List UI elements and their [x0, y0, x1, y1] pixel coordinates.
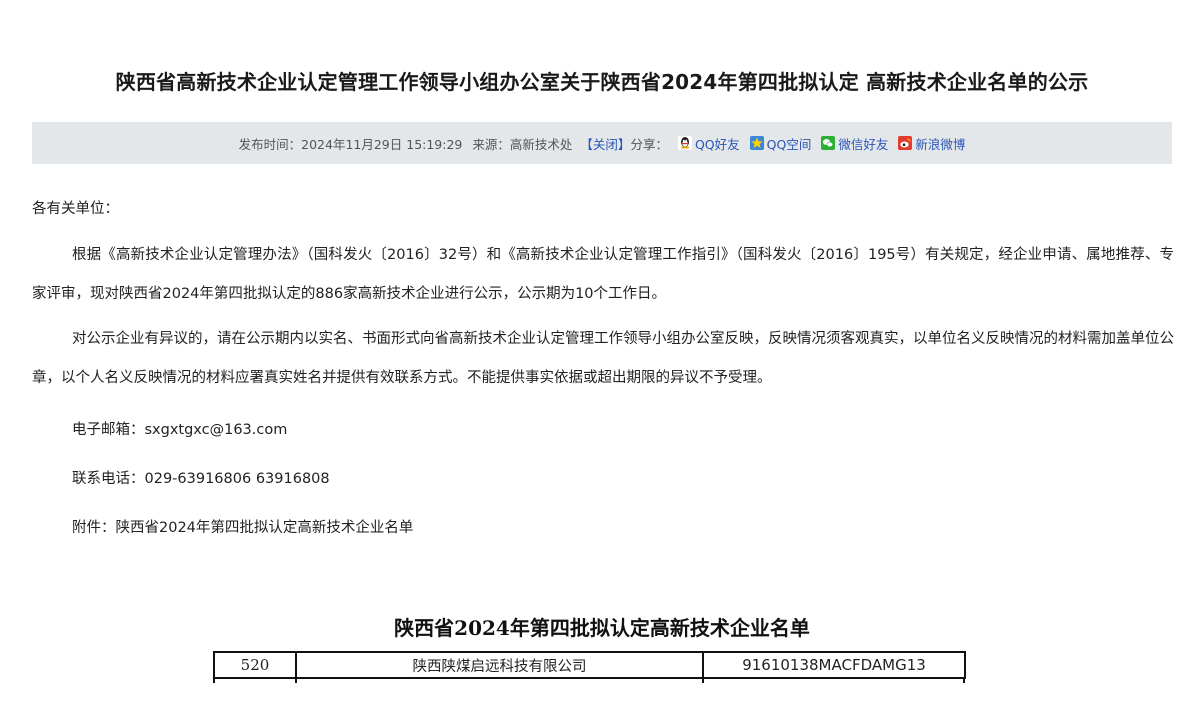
- share-weibo-button[interactable]: 新浪微博: [898, 134, 965, 153]
- qzone-icon: [749, 136, 764, 150]
- publish-label: 发布时间：: [238, 136, 302, 152]
- row-number: 520: [213, 651, 297, 679]
- document-title: 陕西省2024年第四批拟认定高新技术企业名单: [394, 616, 810, 640]
- share-qzone-label: QQ空间: [766, 136, 812, 152]
- source-label: 来源：: [472, 136, 510, 152]
- share-qzone-button[interactable]: QQ空间: [749, 134, 812, 153]
- company-table: 520 陕西陕煤启远科技有限公司 91610138MACFDAMG13: [213, 651, 966, 679]
- table-border-stub: [295, 677, 297, 683]
- table-border-stub: [702, 677, 704, 683]
- credit-code: 91610138MACFDAMG13: [702, 651, 966, 679]
- paragraph-basis: 根据《高新技术企业认定管理办法》（国科发火〔2016〕32号）和《高新技术企业认…: [32, 247, 1174, 302]
- page-title: 陕西省高新技术企业认定管理工作领导小组办公室关于陕西省2024年第四批拟认定 高…: [115, 70, 1089, 94]
- attachment-link[interactable]: 陕西省2024年第四批拟认定高新技术企业名单: [116, 520, 414, 536]
- article-meta-bar: 发布时间： 2024年11月29日 15:19:29 来源： 高新技术处 【关闭…: [32, 122, 1172, 164]
- table-border-stub: [213, 677, 215, 683]
- source-value: 高新技术处: [509, 136, 573, 152]
- share-weibo-label: 新浪微博: [915, 136, 966, 152]
- contact-email: 电子邮箱：sxgxtgxc@163.com: [72, 422, 288, 438]
- share-qq-label: QQ好友: [694, 136, 740, 152]
- wechat-icon: [821, 136, 836, 150]
- qq-icon: [677, 136, 692, 150]
- table-border-stub: [963, 677, 965, 683]
- table-row: 520 陕西陕煤启远科技有限公司 91610138MACFDAMG13: [213, 651, 966, 679]
- share-label: 分享：: [630, 136, 668, 152]
- greeting: 各有关单位：: [32, 201, 119, 217]
- publish-time: 2024年11月29日 15:19:29: [301, 136, 463, 152]
- close-link[interactable]: 【关闭】: [580, 134, 630, 153]
- attachment-label: 附件：: [72, 520, 116, 536]
- weibo-icon: [898, 136, 913, 150]
- share-wechat-label: 微信好友: [838, 136, 889, 152]
- company-name: 陕西陕煤启远科技有限公司: [295, 651, 704, 679]
- attachment-line: 附件：陕西省2024年第四批拟认定高新技术企业名单: [72, 516, 413, 537]
- share-wechat-button[interactable]: 微信好友: [821, 134, 888, 153]
- share-qq-button[interactable]: QQ好友: [677, 134, 740, 153]
- paragraph-objection: 对公示企业有异议的，请在公示期内以实名、书面形式向省高新技术企业认定管理工作领导…: [32, 331, 1174, 386]
- contact-phone: 联系电话：029-63916806 63916808: [72, 471, 330, 487]
